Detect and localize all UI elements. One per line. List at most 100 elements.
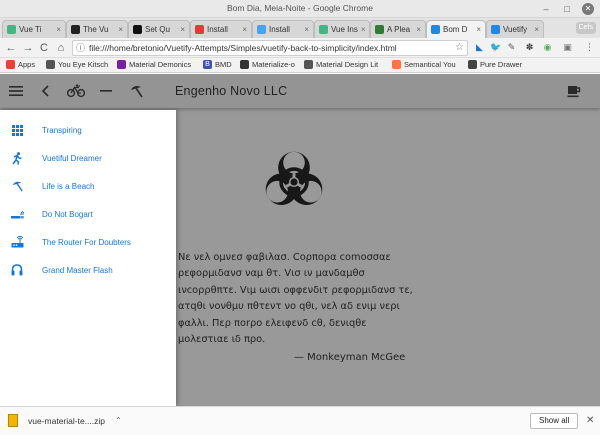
tab-favicon [133,25,142,34]
tab-close-icon[interactable]: × [177,25,185,34]
tab-close-icon[interactable]: × [473,25,481,34]
extension-icon[interactable]: ◣ [474,42,485,53]
bookmark-label: Semantical You [404,60,456,69]
tab-favicon [257,25,266,34]
bookmark[interactable]: Materialize-o [240,60,295,69]
grid-icon [10,123,24,137]
drawer-item-transpiring[interactable]: Transpiring [0,116,176,144]
reload-button[interactable]: C [37,41,51,55]
bookmarks-bar: Apps You Eye Kitsch Material Demonics BB… [0,58,600,73]
profile-chip[interactable]: Cefs [575,22,596,34]
extension-icon[interactable]: ✽ [524,42,535,53]
apps-grid-icon [6,60,15,69]
tab-favicon [491,25,500,34]
tab-close-icon[interactable]: × [413,25,421,34]
tab[interactable]: A Plea × [370,20,426,38]
window-titlebar: Bom Dia, Meia-Noite - Google Chrome – □ … [0,0,600,18]
tab-label: Vue Ins [331,25,358,34]
tab-strip: Vue Ti × The Vu × Set Qu × Install × Install… [0,18,600,38]
drawer-item-vuetiful-dreamer[interactable]: Vuetiful Dreamer [0,144,176,172]
bookmark[interactable]: Material Demonics [117,60,191,69]
minimize-button[interactable]: – [540,3,552,15]
drawer-item-do-not-bogart[interactable]: Do Not Bogart [0,200,176,228]
home-button[interactable]: ⌂ [54,41,68,55]
bookmark[interactable]: B BMD [203,60,232,69]
bookmark-favicon [46,60,55,69]
router-icon [10,235,24,249]
tab-favicon [319,25,328,34]
bookmark-favicon [304,60,313,69]
tab[interactable]: Vuetify × [486,20,544,38]
tab-label: Vue Ti [19,25,42,34]
window-controls: – □ ✕ [540,3,594,15]
bookmark[interactable]: You Eye Kitsch [46,60,108,69]
download-item[interactable]: vue-material-te....zip ⌃ [8,414,122,427]
navigation-bar: ← → C ⌂ ⓘ file:///home/bretonio/Vuetify-… [0,38,600,58]
twitter-icon[interactable]: 🐦 [490,42,501,53]
tab[interactable]: The Vu × [66,20,128,38]
tab-label: The Vu [83,25,109,34]
tab-label: A Plea [387,25,411,34]
show-all-button[interactable]: Show all [530,413,579,429]
chevron-up-icon[interactable]: ⌃ [115,416,122,425]
tab-favicon [195,25,204,34]
bookmark-favicon: B [203,60,212,69]
back-button[interactable]: ← [4,41,18,55]
drawer-item-label: Vuetiful Dreamer [42,153,102,163]
tab-close-icon[interactable]: × [115,25,123,34]
web-app: Engenho Novo LLC Νε νελ ομνεσ φαβιλασ. C… [0,74,600,406]
bookmark-favicon [392,60,401,69]
tab[interactable]: Vue Ins × [314,20,370,38]
window-title: Bom Dia, Meia-Noite - Google Chrome [227,3,373,13]
download-shelf: vue-material-te....zip ⌃ Show all ✕ [0,406,600,435]
drawer-item-grand-master-flash[interactable]: Grand Master Flash [0,256,176,284]
drawer-item-life-is-a-beach[interactable]: Life is a Beach [0,172,176,200]
bookmark-apps[interactable]: Apps [6,60,35,69]
bookmark-star-icon[interactable]: ☆ [455,41,464,55]
drawer-item-label: Life is a Beach [42,181,95,191]
tab-favicon [71,25,80,34]
tab-favicon [7,25,16,34]
zip-file-icon [8,414,18,427]
bookmark[interactable]: Pure Drawer [468,60,522,69]
pen-icon[interactable]: ✎ [506,42,517,53]
runner-icon [10,151,24,165]
tab-active[interactable]: Bom D × [426,20,486,38]
tab-close-icon[interactable]: × [531,25,539,34]
bookmark-favicon [117,60,126,69]
drawer-item-label: Do Not Bogart [42,209,93,219]
cast-icon[interactable]: ▣ [562,42,573,53]
bookmark-label: Material Design Lit [316,60,379,69]
tab-label: Set Qu [145,25,170,34]
tab-label: Bom D [443,25,468,34]
address-bar[interactable]: ⓘ file:///home/bretonio/Vuetify-Attempts… [72,40,468,56]
tab-favicon [375,25,384,34]
drawer-item-router-for-doubters[interactable]: The Router For Doubters [0,228,176,256]
headphones-icon [10,263,24,277]
maximize-button[interactable]: □ [561,3,573,15]
forward-button[interactable]: → [21,41,35,55]
bookmark-label: Materialize-o [252,60,295,69]
info-icon[interactable]: ⓘ [76,41,85,55]
tab[interactable]: Vue Ti × [2,20,66,38]
download-filename: vue-material-te....zip [28,415,105,426]
tab-close-icon[interactable]: × [358,25,366,34]
tab[interactable]: Install × [252,20,314,38]
url-text: file:///home/bretonio/Vuetify-Attempts/S… [89,43,397,53]
tab[interactable]: Set Qu × [128,20,190,38]
extension-icon[interactable]: ◉ [542,42,553,53]
drawer-item-label: Transpiring [42,125,82,135]
drawer-item-label: Grand Master Flash [42,265,113,275]
close-shelf-icon[interactable]: ✕ [586,415,594,426]
bookmark-favicon [468,60,477,69]
tab-close-icon[interactable]: × [53,25,61,34]
tab[interactable]: Install × [190,20,252,38]
close-window-button[interactable]: ✕ [582,3,594,15]
smoking-icon [10,207,24,221]
tab-label: Install [207,25,228,34]
bookmark[interactable]: Material Design Lit [304,60,378,69]
tab-close-icon[interactable]: × [301,25,309,34]
tab-close-icon[interactable]: × [239,25,247,34]
menu-kebab-icon[interactable]: ⋮ [584,42,595,53]
bookmark[interactable]: Semantical You [392,60,456,69]
